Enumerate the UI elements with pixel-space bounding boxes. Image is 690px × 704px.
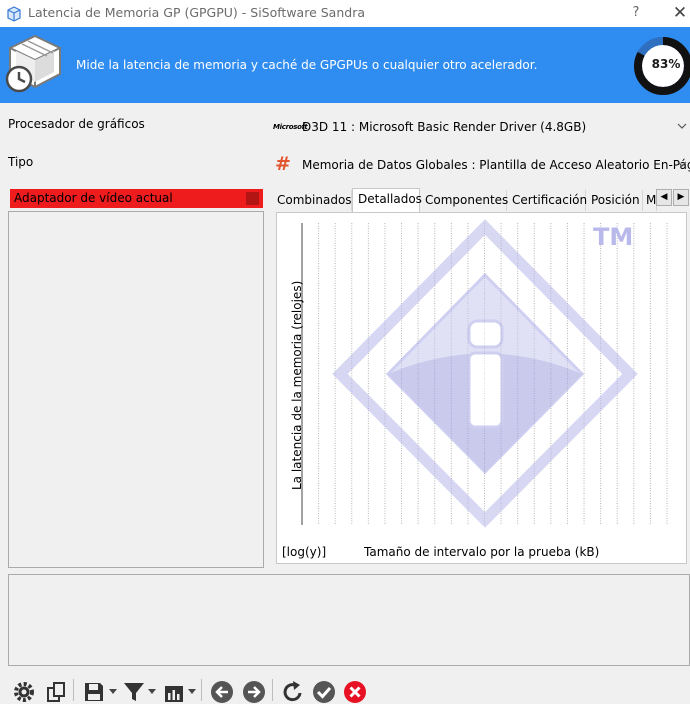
- forward-icon[interactable]: [242, 680, 266, 704]
- chevron-down-icon: [677, 161, 687, 167]
- adapter-list[interactable]: [8, 211, 264, 568]
- chart-icon[interactable]: [162, 680, 186, 704]
- chart-dropdown-arrow[interactable]: [188, 689, 196, 694]
- tab-combinados[interactable]: Combinados: [272, 190, 352, 211]
- ok-icon[interactable]: [312, 680, 336, 704]
- tab-prev-button[interactable]: ◀: [656, 189, 672, 206]
- hash-icon: #: [275, 153, 291, 175]
- banner-description: Mide la latencia de memoria y caché de G…: [76, 58, 538, 72]
- close-button[interactable]: ✕: [670, 2, 690, 24]
- watermark-tm: TM: [593, 223, 633, 251]
- refresh-icon[interactable]: [281, 680, 305, 704]
- save-icon[interactable]: [82, 680, 106, 704]
- tab-detallados[interactable]: Detallados: [352, 188, 422, 212]
- toolbar-separator: [272, 679, 273, 701]
- toolbar-separator: [73, 679, 74, 701]
- chart-ylabel: La latencia de la memoria (relojes): [290, 280, 304, 490]
- chart-xlabel: Tamaño de intervalo por la prueba (kB): [364, 545, 600, 559]
- gpu-label: Procesador de gráficos: [8, 117, 145, 131]
- type-select-value: Memoria de Datos Globales : Plantilla de…: [302, 158, 690, 172]
- tab-posicion[interactable]: Posición: [586, 190, 643, 211]
- tab-strip: Combinados Detallados Componentes Certif…: [272, 188, 690, 212]
- window-title: Latencia de Memoria GP (GPGPU) - SiSoftw…: [28, 5, 365, 20]
- tab-certificacion[interactable]: Certificación: [507, 190, 587, 211]
- type-select[interactable]: # Memoria de Datos Globales : Plantilla …: [270, 151, 690, 179]
- tab-componentes[interactable]: Componentes: [420, 190, 508, 211]
- app-icon: [7, 6, 21, 22]
- toolbar: [0, 676, 690, 704]
- gear-icon[interactable]: [12, 680, 36, 704]
- info-panel[interactable]: [8, 574, 690, 666]
- adapter-item-marker: [246, 192, 259, 205]
- filter-dropdown-arrow[interactable]: [148, 689, 156, 694]
- gpu-select[interactable]: Microsoft D3D 11 : Microsoft Basic Rende…: [270, 113, 690, 141]
- save-dropdown-arrow[interactable]: [109, 689, 117, 694]
- back-icon[interactable]: [210, 680, 234, 704]
- progress-percent: 83%: [651, 57, 681, 71]
- tab-scroll: ◀ ▶: [656, 189, 690, 206]
- toolbar-separator: [201, 679, 202, 701]
- chevron-down-icon: [677, 123, 687, 129]
- cancel-icon[interactable]: [343, 680, 367, 704]
- adapter-item-label: Adaptador de vídeo actual: [14, 191, 173, 205]
- help-button[interactable]: ?: [626, 3, 646, 23]
- gpu-select-value: D3D 11 : Microsoft Basic Render Driver (…: [302, 120, 587, 134]
- copy-icon[interactable]: [44, 680, 68, 704]
- tab-more[interactable]: M: [643, 190, 657, 211]
- memory-latency-icon: [5, 34, 61, 93]
- chart-scale-label: [log(y)]: [282, 545, 327, 559]
- tab-next-button[interactable]: ▶: [673, 189, 689, 206]
- type-label: Tipo: [8, 155, 34, 169]
- filter-icon[interactable]: [122, 680, 146, 704]
- latency-chart: TM: [301, 219, 668, 528]
